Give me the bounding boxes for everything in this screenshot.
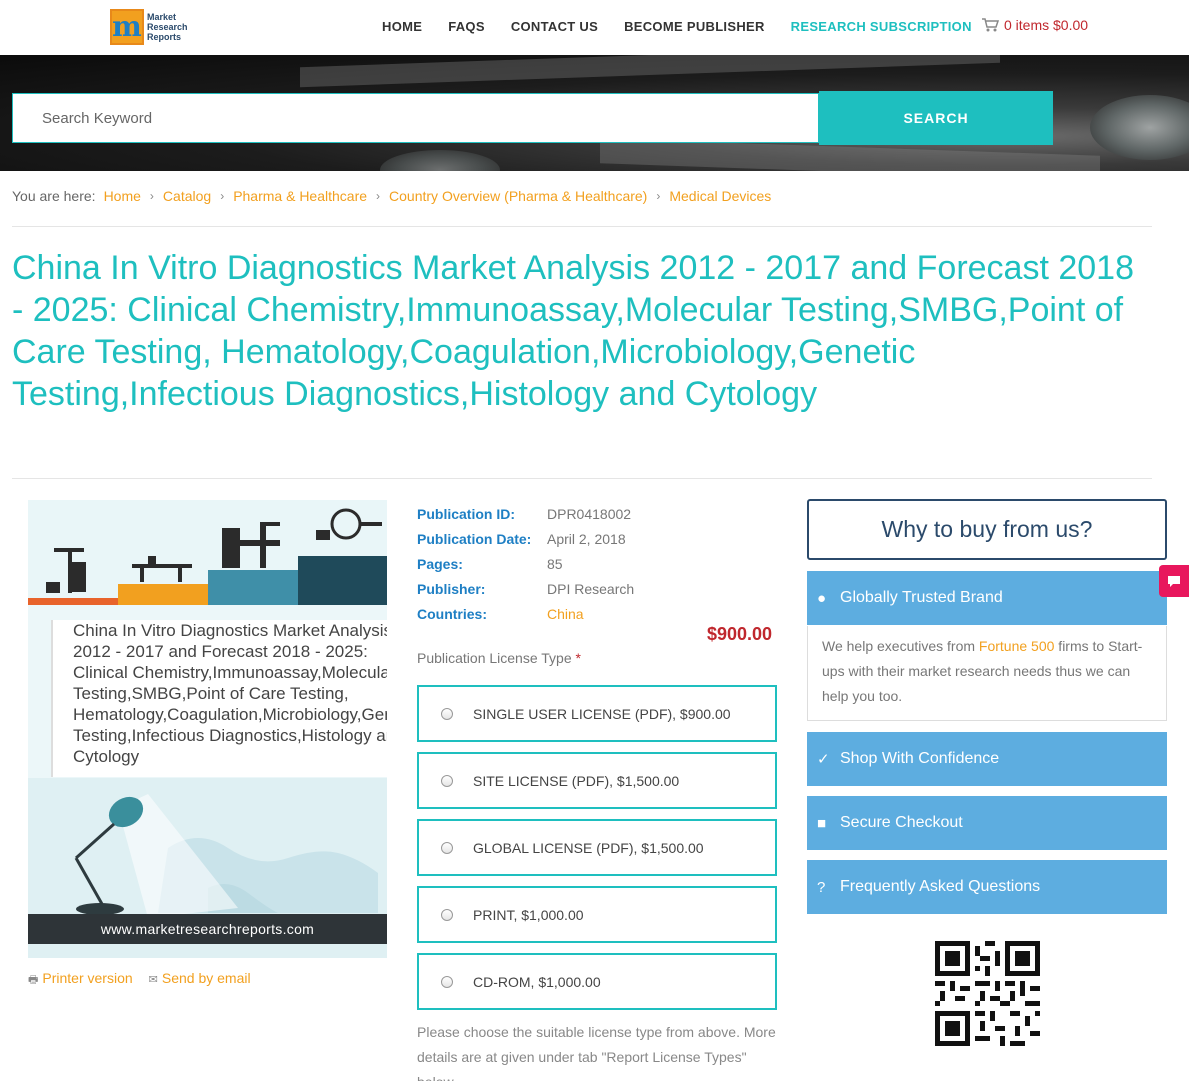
nav-become-publisher[interactable]: BECOME PUBLISHER [624,19,765,34]
email-icon: ✉ [148,974,158,986]
printer-icon: 🖶 [28,974,39,986]
chevron-right-icon: › [376,189,381,203]
question-icon: ? [817,878,826,896]
breadcrumb-prefix: You are here: [12,188,96,204]
publication-date-value: April 2, 2018 [547,530,626,547]
chat-icon [1168,575,1180,587]
countries-value-link[interactable]: China [547,606,584,622]
license-option-cd-rom[interactable]: CD-ROM, $1,000.00 [417,953,777,1010]
license-option-global[interactable]: GLOBAL LICENSE (PDF), $1,500.00 [417,819,777,876]
detail-row: Publication ID: DPR0418002 [417,501,634,526]
radio-button[interactable] [441,707,453,720]
publication-id-value: DPR0418002 [547,505,632,522]
nav-faqs[interactable]: FAQS [448,19,485,34]
breadcrumb-home[interactable]: Home [104,188,141,204]
radio-button[interactable] [441,774,453,787]
breadcrumb-pharma[interactable]: Pharma & Healthcare [233,188,367,204]
license-option-label: SINGLE USER LICENSE (PDF), $900.00 [473,705,731,722]
printer-version-link[interactable]: 🖶 Printer version [28,970,133,990]
license-type-label: Publication License Type * [417,650,581,666]
chevron-right-icon: › [149,189,154,203]
license-option-site[interactable]: SITE LICENSE (PDF), $1,500.00 [417,752,777,809]
thumbs-up-icon: ✓ [817,751,830,768]
page-title: China In Vitro Diagnostics Market Analys… [12,249,1134,413]
report-price: $900.00 [707,624,773,644]
detail-row: Pages: 85 [417,551,634,576]
license-option-label: SITE LICENSE (PDF), $1,500.00 [473,772,680,789]
breadcrumb: You are here: Home › Catalog › Pharma & … [12,188,771,204]
chevron-right-icon: › [220,189,225,203]
banner-eye-left [380,150,500,171]
cover-url: www.marketresearchreports.com [28,914,387,944]
countries-label: Countries: [417,605,487,622]
detail-row: Publisher: DPI Research [417,576,634,601]
chevron-right-icon: › [656,189,661,203]
license-option-print[interactable]: PRINT, $1,000.00 [417,886,777,943]
chat-widget-button[interactable] [1159,565,1189,597]
panel-secure-checkout[interactable]: ■ Secure Checkout [807,796,1167,850]
breadcrumb-medical-devices[interactable]: Medical Devices [669,188,771,204]
fortune-500-link[interactable]: Fortune 500 [979,638,1055,654]
license-note: Please choose the suitable license type … [417,1024,776,1081]
trusted-brand-body: We help executives from Fortune 500 firm… [807,626,1167,721]
license-option-label: PRINT, $1,000.00 [473,906,584,923]
send-by-email-link[interactable]: ✉ Send by email [149,970,251,990]
cart-link[interactable]: 0 items $0.00 [981,17,1088,33]
site-logo[interactable]: m Market Research Reports [110,8,192,46]
radio-button[interactable] [441,841,453,854]
search-input[interactable] [12,93,819,143]
divider [12,478,1152,479]
cart-icon: ■ [817,814,827,832]
publisher-label: Publisher: [417,580,486,597]
cart-summary: 0 items $0.00 [1004,17,1089,33]
breadcrumb-country-overview[interactable]: Country Overview (Pharma & Healthcare) [389,188,647,204]
cover-title-text: China In Vitro Diagnostics Market Analys… [51,620,387,777]
publication-id-label: Publication ID: [417,505,515,522]
required-mark: * [575,650,581,666]
pages-value: 85 [547,555,563,572]
breadcrumb-catalog[interactable]: Catalog [163,188,211,204]
cart-icon [982,18,999,32]
why-buy-heading: Why to buy from us? [807,499,1167,560]
radio-button[interactable] [441,975,453,988]
users-icon: ● [817,589,827,607]
nav-research-subscription[interactable]: RESEARCH SUBSCRIPTION [791,19,972,34]
radio-button[interactable] [441,908,453,921]
panel-shop-with-confidence[interactable]: ✓ Shop With Confidence [807,732,1167,786]
logo-text: Market Research Reports [147,12,188,42]
cover-illustration-top [28,500,387,605]
panel-faq[interactable]: ? Frequently Asked Questions [807,860,1167,914]
nav-home[interactable]: HOME [382,19,422,34]
publication-date-label: Publication Date: [417,530,532,547]
nav-contact-us[interactable]: CONTACT US [511,19,598,34]
banner-eye-right [1090,95,1189,160]
license-option-label: GLOBAL LICENSE (PDF), $1,500.00 [473,839,704,856]
detail-row: Publication Date: April 2, 2018 [417,526,634,551]
panel-globally-trusted-brand[interactable]: ● Globally Trusted Brand [807,571,1167,625]
qr-code [935,941,1040,1046]
license-option-label: CD-ROM, $1,000.00 [473,973,601,990]
search-button[interactable]: SEARCH [819,91,1053,145]
publication-details: Publication ID: DPR0418002 Publication D… [417,501,634,626]
report-actions: 🖶 Printer version ✉ Send by email [28,970,251,990]
pages-label: Pages: [417,555,463,572]
license-option-single-user[interactable]: SINGLE USER LICENSE (PDF), $900.00 [417,685,777,742]
detail-row: Countries: China [417,601,634,626]
logo-mark: m [110,9,144,45]
main-nav: HOME FAQS CONTACT US BECOME PUBLISHER RE… [382,19,998,34]
site-header: m Market Research Reports HOME FAQS CONT… [0,0,1189,55]
publisher-value: DPI Research [547,580,635,597]
report-cover: China In Vitro Diagnostics Market Analys… [28,500,387,958]
divider [12,226,1152,227]
